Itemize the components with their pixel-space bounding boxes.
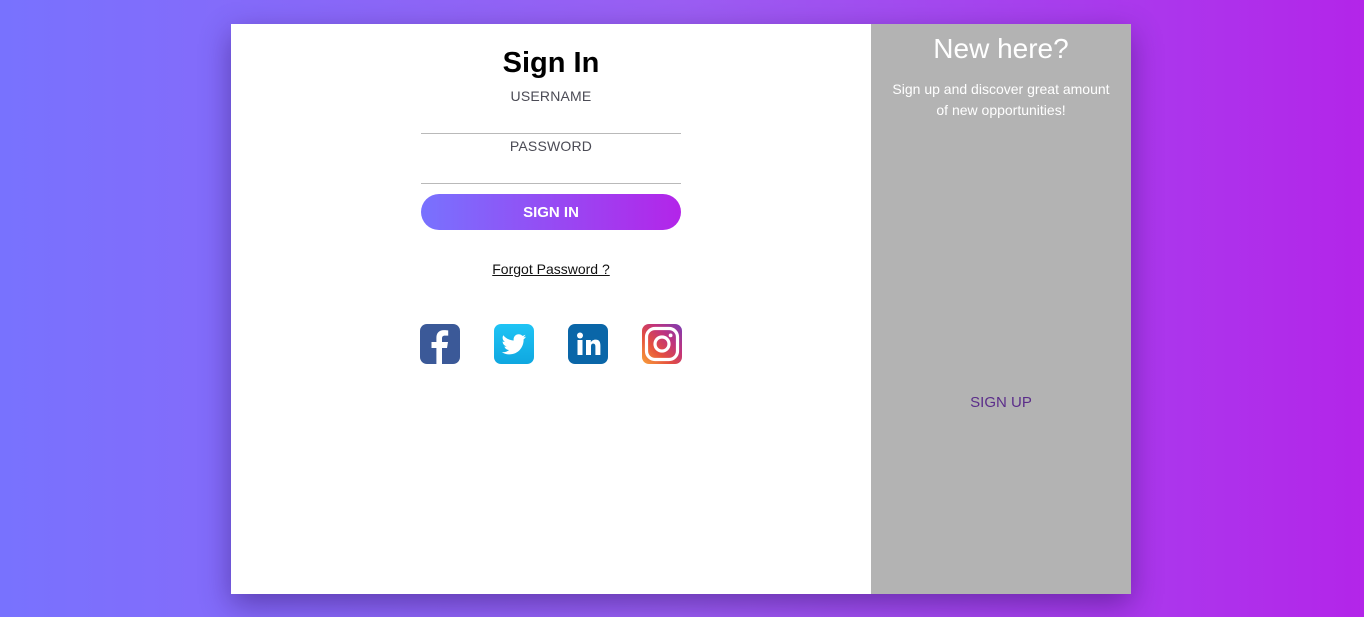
username-input[interactable] xyxy=(421,111,681,134)
instagram-icon xyxy=(644,326,680,362)
facebook-button[interactable] xyxy=(420,324,460,364)
instagram-button[interactable] xyxy=(642,324,682,364)
twitter-icon xyxy=(501,334,526,355)
page-title: Sign In xyxy=(502,47,600,79)
signin-panel: Sign In USERNAME PASSWORD SIGN IN Forgot… xyxy=(231,24,871,594)
auth-card: Sign In USERNAME PASSWORD SIGN IN Forgot… xyxy=(231,24,1131,594)
signup-description: Sign up and discover great amount of new… xyxy=(892,81,1110,118)
linkedin-icon xyxy=(577,332,601,355)
facebook-icon xyxy=(431,330,449,364)
signin-button[interactable]: SIGN IN xyxy=(421,194,681,230)
linkedin-button[interactable] xyxy=(568,324,608,364)
twitter-button[interactable] xyxy=(494,324,534,364)
signup-title: New here? xyxy=(933,33,1069,64)
password-label: PASSWORD xyxy=(509,138,593,154)
signup-button[interactable]: SIGN UP xyxy=(941,392,1061,412)
forgot-password-link[interactable]: Forgot Password ? xyxy=(231,261,871,277)
social-links xyxy=(420,324,682,364)
username-label: USERNAME xyxy=(510,88,592,104)
password-input[interactable] xyxy=(421,161,681,184)
signup-panel: New here? Sign up and discover great amo… xyxy=(871,24,1131,594)
